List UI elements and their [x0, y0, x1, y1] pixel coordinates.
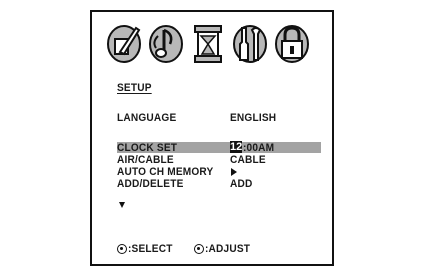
clock-set-label[interactable]: CLOCK SET: [117, 142, 177, 154]
setup-tools-icon[interactable]: [232, 22, 268, 64]
lock-icon[interactable]: [274, 22, 310, 64]
language-label[interactable]: LANGUAGE: [117, 112, 176, 124]
menu-title: SETUP: [117, 82, 152, 94]
picture-icon[interactable]: [106, 22, 142, 64]
add-delete-label[interactable]: ADD/DELETE: [117, 178, 183, 190]
clock-minute-value[interactable]: :00AM: [243, 142, 274, 154]
add-delete-value[interactable]: ADD: [230, 178, 252, 190]
air-cable-label[interactable]: AIR/CABLE: [117, 154, 174, 166]
timer-icon[interactable]: [190, 22, 226, 64]
auto-ch-memory-label[interactable]: AUTO CH MEMORY: [117, 166, 213, 178]
down-arrow-icon: [119, 202, 125, 208]
adjust-button-icon: [194, 244, 204, 254]
menu-icon-row: [106, 22, 316, 66]
select-button-icon: [117, 244, 127, 254]
select-hint: :SELECT: [128, 243, 173, 255]
right-arrow-icon[interactable]: [231, 168, 237, 176]
audio-icon[interactable]: [148, 22, 184, 64]
adjust-hint: :ADJUST: [205, 243, 251, 255]
language-value[interactable]: ENGLISH: [230, 112, 276, 124]
air-cable-value[interactable]: CABLE: [230, 154, 266, 166]
clock-hour-value[interactable]: 12: [230, 141, 242, 153]
